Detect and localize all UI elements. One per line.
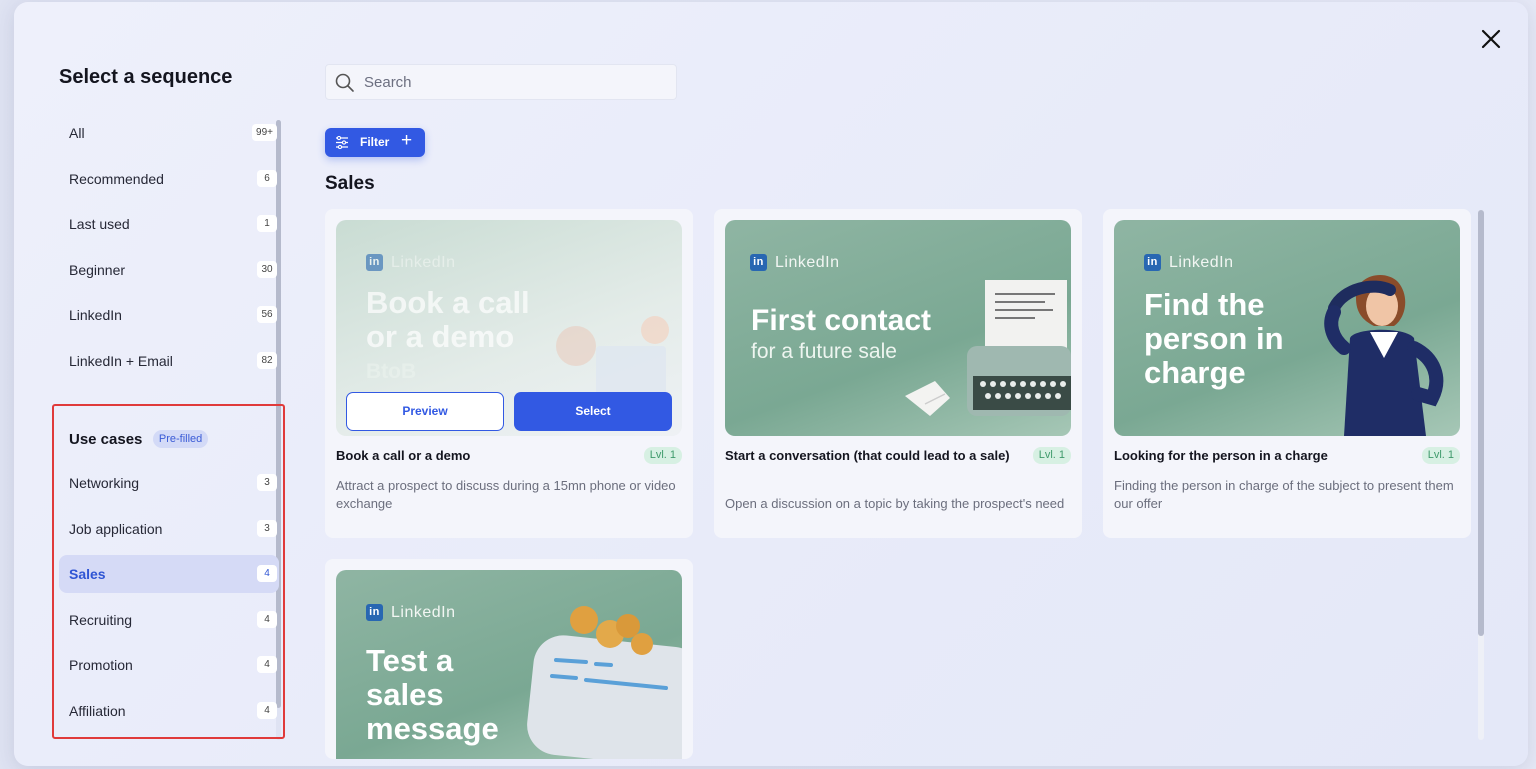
main-scrollbar-thumb[interactable] <box>1478 210 1484 636</box>
count-badge: 56 <box>257 306 277 323</box>
thumb-headline: Test a sales message <box>366 643 499 746</box>
chat-bubble-illustration <box>527 606 682 759</box>
woman-illustration <box>1324 275 1444 436</box>
card-description: Finding the person in charge of the subj… <box>1114 478 1454 511</box>
linkedin-icon: in <box>750 254 767 271</box>
use-cases-title: Use cases <box>69 430 143 448</box>
plus-icon: + <box>401 130 413 151</box>
sidebar-item-linkedin[interactable]: LinkedIn 56 <box>59 296 279 334</box>
count-badge: 82 <box>257 351 277 369</box>
sidebar-item-label: Promotion <box>69 657 133 673</box>
thumb-subtitle: for a future sale <box>751 340 897 363</box>
sidebar-item-label: Job application <box>69 520 163 537</box>
sidebar-item-label: Recommended <box>69 170 164 187</box>
use-cases-list: Networking 3 Job application 3 Sales 4 R… <box>59 464 279 737</box>
thumb-headline: Find the person in charge <box>1144 287 1284 390</box>
count-badge: 3 <box>257 519 277 537</box>
sidebar-item-affiliation[interactable]: Affiliation 4 <box>59 692 279 730</box>
level-badge: Lvl. 1 <box>643 447 682 464</box>
sidebar-item-label: Sales <box>69 566 106 582</box>
section-title: Sales <box>325 173 375 194</box>
card-description: Open a discussion on a topic by taking t… <box>725 496 1065 511</box>
sidebar-item-label: Last used <box>69 216 130 232</box>
linkedin-brand: in LinkedIn <box>1144 254 1234 272</box>
sequence-card[interactable]: in LinkedIn Book a call or a demo BtoB Bo… <box>325 209 693 538</box>
filter-button[interactable]: Filter + <box>325 128 425 157</box>
sidebar-item-linkedin-email[interactable]: LinkedIn + Email 82 <box>59 342 279 380</box>
sidebar-item-recruiting[interactable]: Recruiting 4 <box>59 601 279 639</box>
sidebar-item-networking[interactable]: Networking 3 <box>59 464 279 502</box>
linkedin-icon: in <box>366 254 383 271</box>
sidebar-item-sales[interactable]: Sales 4 <box>59 555 279 593</box>
count-badge: 3 <box>257 474 277 491</box>
search-icon <box>335 73 354 92</box>
prefilled-badge: Pre-filled <box>152 430 209 448</box>
sequence-modal: Select a sequence All 99+ Recommended 6 … <box>14 2 1528 766</box>
count-badge: 6 <box>257 169 277 187</box>
sidebar-item-label: All <box>69 125 85 141</box>
search-input[interactable] <box>364 65 664 99</box>
count-badge: 99+ <box>252 124 277 141</box>
sequence-card[interactable]: in LinkedIn First contact for a future sa… <box>714 209 1082 538</box>
sidebar-item-last-used[interactable]: Last used 1 <box>59 205 279 243</box>
count-badge: 4 <box>257 565 277 582</box>
linkedin-brand: in LinkedIn <box>366 254 456 272</box>
level-badge: Lvl. 1 <box>1032 447 1071 464</box>
sequence-card[interactable]: in LinkedIn Test a sales message <box>325 559 693 759</box>
linkedin-brand: in LinkedIn <box>750 254 840 272</box>
sequence-card[interactable]: in LinkedIn Find the person in charge Loo… <box>1103 209 1471 538</box>
count-badge: 30 <box>257 260 277 278</box>
preview-button[interactable]: Preview <box>346 392 504 431</box>
card-description: Attract a prospect to discuss during a 1… <box>336 478 676 511</box>
count-badge: 4 <box>257 610 277 628</box>
sidebar-item-beginner[interactable]: Beginner 30 <box>59 251 279 289</box>
sliders-icon <box>336 136 348 149</box>
select-button[interactable]: Select <box>514 392 672 431</box>
sidebar-item-recommended[interactable]: Recommended 6 <box>59 160 279 198</box>
linkedin-brand: in LinkedIn <box>366 604 456 622</box>
sidebar-item-label: Affiliation <box>69 702 126 719</box>
sidebar-item-label: Recruiting <box>69 611 133 628</box>
sidebar-item-all[interactable]: All 99+ <box>59 114 279 152</box>
count-badge: 1 <box>257 215 277 232</box>
typewriter-illustration <box>905 280 1071 416</box>
sidebar: All 99+ Recommended 6 Last used 1 Beginn… <box>59 114 279 387</box>
linkedin-icon: in <box>1144 254 1161 271</box>
search-box <box>325 64 677 100</box>
sidebar-item-label: LinkedIn + Email <box>69 352 173 369</box>
modal-title: Select a sequence <box>59 66 233 88</box>
linkedin-icon: in <box>366 604 383 621</box>
level-badge: Lvl. 1 <box>1421 447 1460 464</box>
count-badge: 4 <box>257 656 277 673</box>
card-title: Looking for the person in a charge <box>1114 448 1328 463</box>
thumb-subtitle: BtoB <box>366 360 417 383</box>
use-cases-header: Use cases Pre-filled <box>69 430 209 448</box>
sidebar-item-label: Beginner <box>69 261 126 278</box>
illustration-people <box>556 316 676 396</box>
count-badge: 4 <box>257 701 277 719</box>
sidebar-item-promotion[interactable]: Promotion 4 <box>59 646 279 684</box>
card-thumbnail: in LinkedIn First contact for a future sa… <box>725 220 1071 436</box>
card-title: Book a call or a demo <box>336 448 471 463</box>
close-icon[interactable] <box>1478 26 1504 52</box>
sidebar-item-label: Networking <box>69 475 140 491</box>
sidebar-item-job-application[interactable]: Job application 3 <box>59 510 279 548</box>
filter-label: Filter <box>360 135 390 149</box>
card-title: Start a conversation (that could lead to… <box>725 448 1010 463</box>
thumb-headline: Book a call or a demo <box>366 285 530 354</box>
card-thumbnail: in LinkedIn Test a sales message <box>336 570 682 759</box>
sidebar-item-label: LinkedIn <box>69 307 122 323</box>
card-thumbnail: in LinkedIn Find the person in charge <box>1114 220 1460 436</box>
